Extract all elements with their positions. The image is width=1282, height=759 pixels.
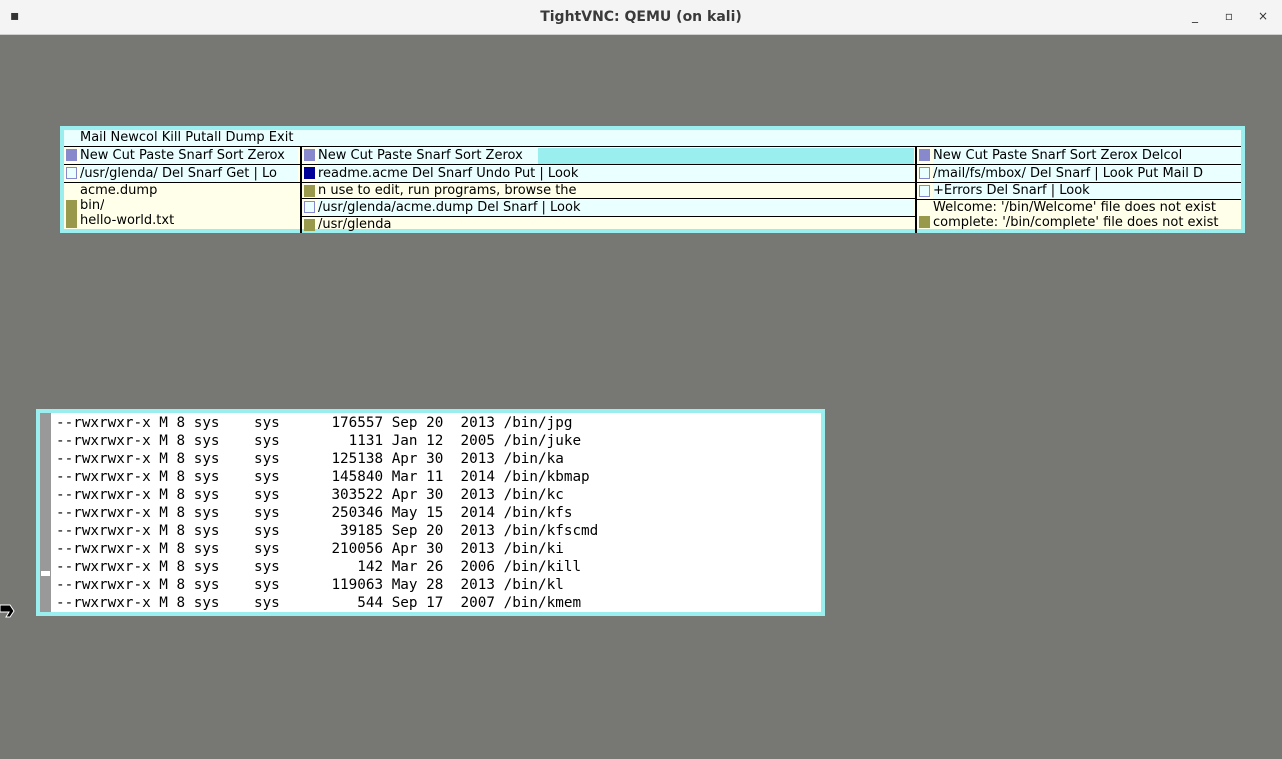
- error-line-welcome[interactable]: Welcome: '/bin/Welcome' file does not ex…: [933, 200, 1216, 215]
- column-1-tag[interactable]: New Cut Paste Snarf Sort Zerox: [80, 148, 298, 164]
- column-1-tag-separator: [64, 164, 300, 165]
- file-entry-hello-world[interactable]: hello-world.txt: [80, 213, 174, 228]
- terminal-window: --rwxrwxr-x M 8 sys sys 176557 Sep 20 20…: [36, 409, 825, 616]
- terminal-line[interactable]: --rwxrwxr-x M 8 sys sys 39185 Sep 20 201…: [56, 522, 598, 540]
- column-2-tag-fill: [538, 148, 914, 164]
- column-1-window-1-handle[interactable]: [66, 167, 77, 179]
- terminal-line[interactable]: --rwxrwxr-x M 8 sys sys 210056 Apr 30 20…: [56, 540, 564, 558]
- terminal-line[interactable]: --rwxrwxr-x M 8 sys sys 303522 Apr 30 20…: [56, 486, 564, 504]
- column-2-divider[interactable]: [915, 147, 917, 233]
- column-2-window-2-scrollbar[interactable]: [304, 219, 315, 231]
- acme-main-tag[interactable]: Mail Newcol Kill Putall Dump Exit: [64, 130, 1241, 146]
- window-titlebar: ▪ TightVNC: QEMU (on kali) _ ▫ ×: [0, 0, 1282, 35]
- column-3-handle[interactable]: [919, 149, 930, 161]
- column-2-window-2-tag[interactable]: /usr/glenda/acme.dump Del Snarf | Look: [318, 200, 914, 216]
- column-1-handle[interactable]: [66, 149, 77, 161]
- terminal-scrollbar[interactable]: [40, 413, 51, 612]
- column-2-window-2-handle[interactable]: [304, 201, 315, 213]
- terminal-frame: --rwxrwxr-x M 8 sys sys 176557 Sep 20 20…: [40, 413, 821, 612]
- column-1-divider[interactable]: [300, 147, 302, 233]
- terminal-line[interactable]: --rwxrwxr-x M 8 sys sys 142 Mar 26 2006 …: [56, 558, 581, 576]
- column-2-window-1-tag[interactable]: readme.acme Del Snarf Undo Put | Look: [318, 166, 914, 182]
- readme-body-text[interactable]: n use to edit, run programs, browse the: [318, 183, 577, 198]
- column-2-handle[interactable]: [304, 149, 315, 161]
- main-tag-separator: [64, 146, 1241, 147]
- file-entry-bin[interactable]: bin/: [80, 198, 104, 213]
- column-2-window-1-separator: [302, 198, 916, 199]
- window-title: TightVNC: QEMU (on kali): [540, 9, 742, 25]
- column-2-window-1-handle[interactable]: [304, 167, 315, 179]
- column-2-window-2-tag-separator: [302, 216, 916, 217]
- terminal-line[interactable]: --rwxrwxr-x M 8 sys sys 176557 Sep 20 20…: [56, 414, 572, 432]
- terminal-line[interactable]: --rwxrwxr-x M 8 sys sys 145840 Mar 11 20…: [56, 468, 590, 486]
- error-line-complete[interactable]: complete: '/bin/complete' file does not …: [933, 215, 1219, 230]
- mouse-cursor-icon: [0, 604, 15, 618]
- acme-frame: Mail Newcol Kill Putall Dump Exit New Cu…: [64, 130, 1241, 233]
- column-1-window-1-scrollbar[interactable]: [66, 200, 77, 228]
- column-3-window-2-scrollbar[interactable]: [919, 216, 930, 228]
- terminal-line[interactable]: --rwxrwxr-x M 8 sys sys 250346 May 15 20…: [56, 504, 572, 522]
- terminal-line[interactable]: --rwxrwxr-x M 8 sys sys 119063 May 28 20…: [56, 576, 564, 594]
- terminal-scroll-thumb[interactable]: [41, 571, 50, 576]
- column-3-window-2-tag[interactable]: +Errors Del Snarf | Look: [933, 183, 1241, 199]
- column-2-tag[interactable]: New Cut Paste Snarf Sort Zerox: [318, 148, 538, 164]
- column-2-tag-separator: [302, 164, 916, 165]
- terminal-line[interactable]: --rwxrwxr-x M 8 sys sys 1131 Jan 12 2005…: [56, 432, 581, 450]
- minimize-icon[interactable]: _: [1187, 9, 1203, 23]
- terminal-line[interactable]: --rwxrwxr-x M 8 sys sys 544 Sep 17 2007 …: [56, 594, 581, 612]
- column-3-window-2-handle[interactable]: [919, 185, 930, 197]
- acme-window: Mail Newcol Kill Putall Dump Exit New Cu…: [60, 126, 1245, 233]
- close-icon[interactable]: ×: [1255, 9, 1271, 23]
- file-entry-acme-dump[interactable]: acme.dump: [80, 183, 157, 198]
- terminal-line[interactable]: --rwxrwxr-x M 8 sys sys 125138 Apr 30 20…: [56, 450, 564, 468]
- maximize-icon[interactable]: ▫: [1221, 9, 1237, 23]
- column-3-tag[interactable]: New Cut Paste Snarf Sort Zerox Delcol: [933, 148, 1241, 164]
- column-1-window-1-tag[interactable]: /usr/glenda/ Del Snarf Get | Lo: [80, 166, 298, 182]
- column-2-window-1-scrollbar[interactable]: [304, 185, 315, 197]
- acme-dump-body-text[interactable]: /usr/glenda: [318, 217, 391, 232]
- column-3-tag-separator: [917, 164, 1241, 165]
- column-3-window-1-handle[interactable]: [919, 167, 930, 179]
- column-3-window-1-tag[interactable]: /mail/fs/mbox/ Del Snarf | Look Put Mail…: [933, 166, 1241, 182]
